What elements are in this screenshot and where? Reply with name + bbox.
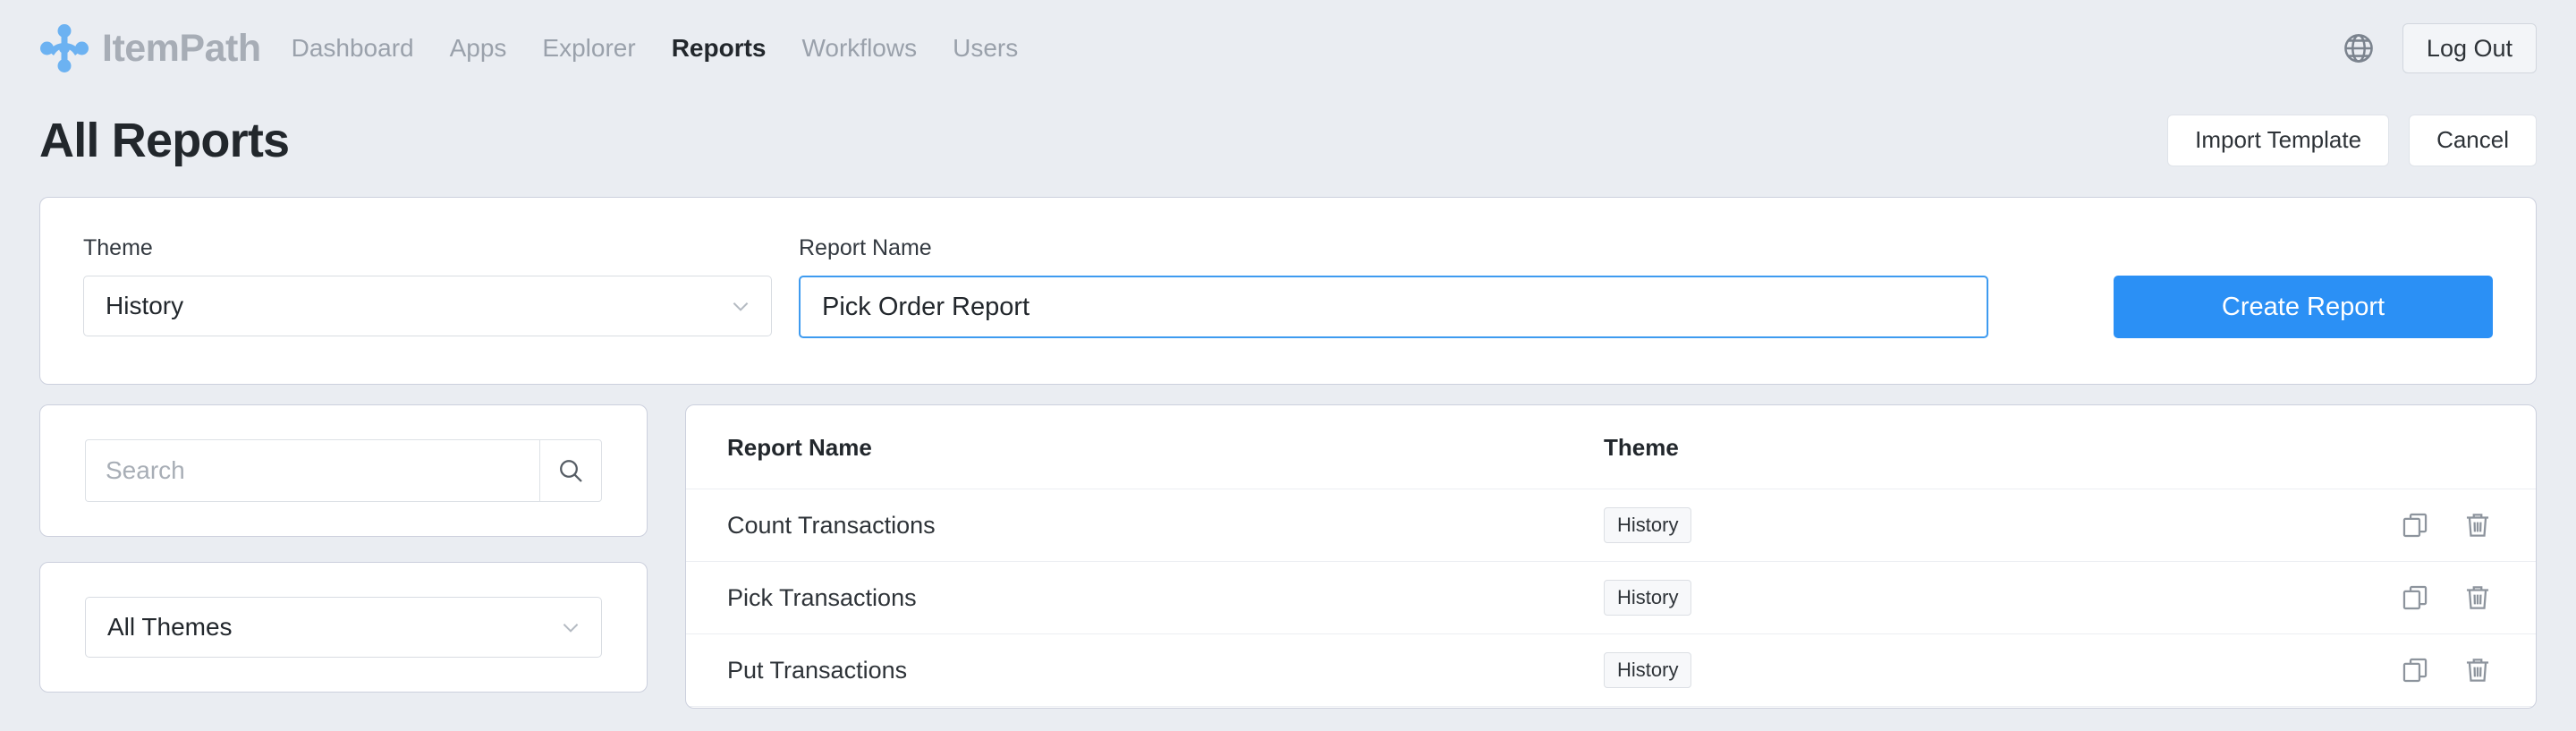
theme-filter-select[interactable]: All Themes bbox=[85, 597, 602, 658]
logout-button[interactable]: Log Out bbox=[2402, 22, 2537, 74]
theme-filter-wrapper: All Themes bbox=[85, 597, 602, 658]
trash-icon[interactable] bbox=[2462, 655, 2493, 685]
main-nav-links: Dashboard Apps Explorer Reports Workflow… bbox=[292, 36, 1019, 61]
nav-item-dashboard[interactable]: Dashboard bbox=[292, 36, 414, 61]
row-report-name[interactable]: Count Transactions bbox=[727, 513, 1604, 538]
search-card bbox=[39, 404, 648, 537]
topbar-right-actions: Log Out bbox=[2342, 22, 2537, 74]
row-report-name[interactable]: Pick Transactions bbox=[727, 585, 1604, 610]
theme-badge[interactable]: History bbox=[1604, 507, 1692, 543]
report-name-field: Report Name bbox=[799, 237, 1988, 338]
nav-item-workflows[interactable]: Workflows bbox=[801, 36, 917, 61]
reports-body: All Themes Report Name Theme Count Trans… bbox=[0, 404, 2576, 709]
row-actions bbox=[2400, 510, 2493, 540]
copy-icon[interactable] bbox=[2400, 510, 2430, 540]
trash-icon[interactable] bbox=[2462, 582, 2493, 613]
import-template-button[interactable]: Import Template bbox=[2167, 115, 2390, 166]
search-icon bbox=[556, 456, 585, 485]
brand-logo[interactable]: ItemPath bbox=[39, 23, 261, 73]
table-row[interactable]: Pick Transactions History bbox=[686, 562, 2536, 634]
cancel-button[interactable]: Cancel bbox=[2409, 115, 2537, 166]
trash-icon[interactable] bbox=[2462, 510, 2493, 540]
column-header-report-name[interactable]: Report Name bbox=[727, 436, 1604, 459]
row-theme-cell: History bbox=[1604, 507, 2400, 543]
theme-field-label: Theme bbox=[83, 235, 153, 260]
reports-table: Report Name Theme Count Transactions His… bbox=[685, 404, 2537, 709]
create-report-button[interactable]: Create Report bbox=[2114, 276, 2493, 338]
theme-filter-card: All Themes bbox=[39, 562, 648, 693]
column-header-theme[interactable]: Theme bbox=[1604, 436, 2493, 459]
top-navigation-bar: ItemPath Dashboard Apps Explorer Reports… bbox=[0, 0, 2576, 97]
row-theme-cell: History bbox=[1604, 580, 2400, 616]
row-actions bbox=[2400, 655, 2493, 685]
table-row[interactable]: Put Transactions History bbox=[686, 634, 2536, 707]
create-report-card: Theme History Report Name Create Report bbox=[39, 197, 2537, 385]
reports-sidebar: All Themes bbox=[39, 404, 648, 693]
search-input[interactable] bbox=[85, 439, 539, 502]
report-name-input[interactable] bbox=[799, 276, 1988, 338]
itempath-molecule-logo-icon bbox=[39, 23, 89, 73]
nav-item-reports[interactable]: Reports bbox=[672, 36, 767, 61]
globe-icon[interactable] bbox=[2342, 31, 2376, 65]
row-theme-cell: History bbox=[1604, 652, 2400, 688]
page-title: All Reports bbox=[39, 114, 290, 167]
page-header: All Reports Import Template Cancel bbox=[0, 102, 2576, 179]
theme-badge[interactable]: History bbox=[1604, 652, 1692, 688]
theme-select-wrapper: History bbox=[83, 276, 772, 336]
theme-select[interactable]: History bbox=[83, 276, 772, 336]
nav-item-apps[interactable]: Apps bbox=[450, 36, 507, 61]
table-header-row: Report Name Theme bbox=[686, 405, 2536, 489]
search-group bbox=[85, 439, 602, 502]
row-actions bbox=[2400, 582, 2493, 613]
theme-badge[interactable]: History bbox=[1604, 580, 1692, 616]
report-name-field-label: Report Name bbox=[799, 235, 932, 260]
nav-item-users[interactable]: Users bbox=[953, 36, 1018, 61]
table-row[interactable]: Count Transactions History bbox=[686, 489, 2536, 562]
theme-field: Theme History bbox=[83, 237, 772, 336]
brand-name: ItemPath bbox=[102, 26, 261, 70]
search-button[interactable] bbox=[539, 439, 602, 502]
row-report-name[interactable]: Put Transactions bbox=[727, 658, 1604, 683]
page-header-actions: Import Template Cancel bbox=[2167, 115, 2537, 166]
copy-icon[interactable] bbox=[2400, 582, 2430, 613]
copy-icon[interactable] bbox=[2400, 655, 2430, 685]
nav-item-explorer[interactable]: Explorer bbox=[542, 36, 635, 61]
